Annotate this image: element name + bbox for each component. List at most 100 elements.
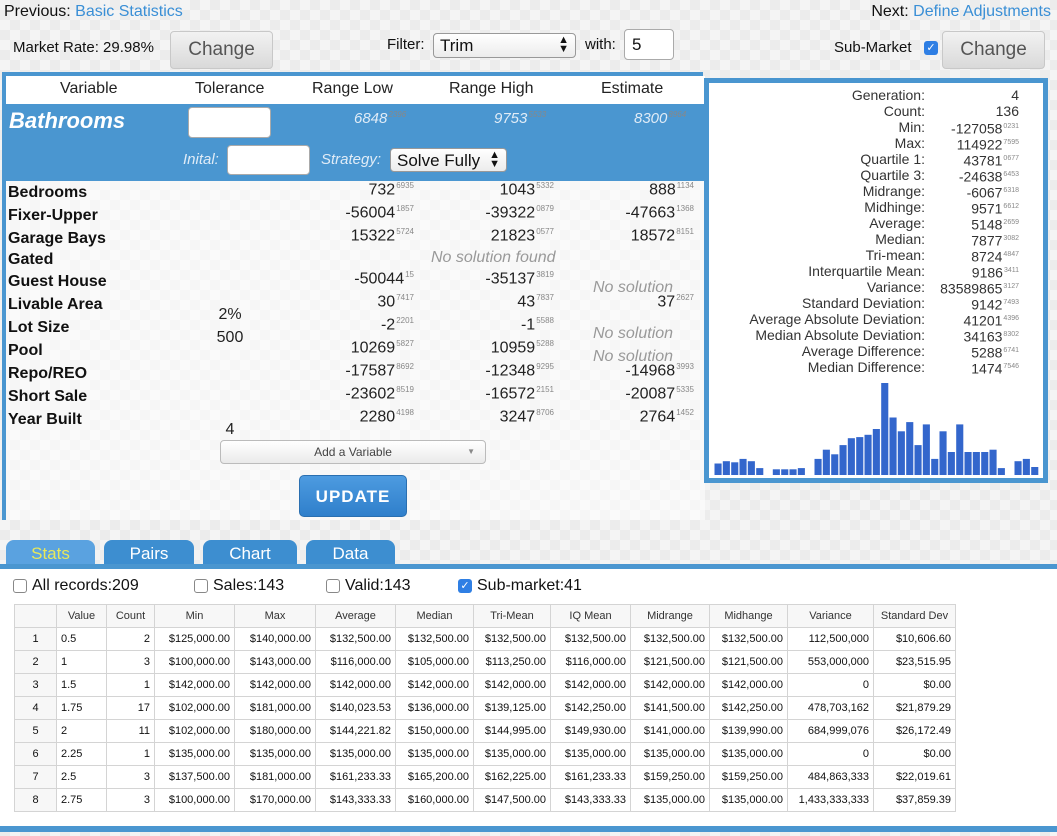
change-submarket-button[interactable]: Change <box>942 31 1045 69</box>
tolerance-input[interactable] <box>188 107 271 138</box>
variable-tolerance[interactable]: 2% <box>190 306 270 324</box>
submarket-filter-checkbox[interactable]: ✓ <box>458 579 472 593</box>
table-row[interactable]: 1 0.5 2 $125,000.00 $140,000.00 $132,500.00 $1… <box>14 627 956 651</box>
filter-sales[interactable]: Sales:143 <box>194 577 284 595</box>
table-cell: 1 <box>106 742 155 766</box>
table-header-cell[interactable]: Midhange <box>709 604 788 628</box>
variable-name[interactable]: Repo/REO <box>8 365 87 383</box>
filter-valid[interactable]: Valid:143 <box>326 577 411 595</box>
variable-tolerance[interactable]: 500 <box>190 329 270 347</box>
variable-name[interactable]: Livable Area <box>8 296 103 314</box>
filter-submarket[interactable]: ✓ Sub-market:41 <box>458 577 582 595</box>
table-cell: 0.5 <box>56 627 107 651</box>
change-market-rate-button[interactable]: Change <box>170 31 273 69</box>
table-header-cell[interactable]: Max <box>234 604 316 628</box>
filter-select[interactable]: Trim ▲ ▼ <box>433 33 576 58</box>
stat-value: 52886741 <box>971 343 1019 361</box>
table-cell: 2.5 <box>56 765 107 789</box>
sales-checkbox[interactable] <box>194 579 208 593</box>
range-high-value: -35137 <box>485 270 536 288</box>
col-range-low: Range Low <box>312 80 393 97</box>
variable-estimate: -149683993 <box>625 362 694 380</box>
estimate-sup: 1452 <box>676 408 694 417</box>
stat-sup: 0677 <box>1003 155 1019 162</box>
histogram-bar <box>931 458 939 475</box>
valid-checkbox[interactable] <box>326 579 340 593</box>
variable-name[interactable]: Short Sale <box>8 388 87 406</box>
initial-label: Inital: <box>183 151 219 168</box>
next-link[interactable]: Define Adjustments <box>913 3 1051 20</box>
variable-range-high: -393220879 <box>485 204 554 222</box>
range-high-sup: 9295 <box>536 362 554 371</box>
table-cell: 1 <box>14 627 57 651</box>
tab-data[interactable]: Data <box>306 540 395 566</box>
tab-stats[interactable]: Stats <box>6 540 95 566</box>
table-row[interactable]: 2 1 3 $100,000.00 $143,000.00 $116,000.00 $105… <box>14 650 956 674</box>
table-cell: 684,999,076 <box>787 719 874 743</box>
table-header-cell[interactable]: Average <box>315 604 396 628</box>
table-row[interactable]: 3 1.5 1 $142,000.00 $142,000.00 $142,000.00 $1… <box>14 673 956 697</box>
variable-name[interactable]: Year Built <box>8 411 82 429</box>
table-cell: 2 <box>56 719 107 743</box>
table-header-cell[interactable]: Value <box>56 604 107 628</box>
table-row[interactable]: 5 2 11 $102,000.00 $180,000.00 $144,221.82 $15… <box>14 719 956 743</box>
table-header-cell[interactable]: Min <box>154 604 235 628</box>
table-row[interactable]: 8 2.75 3 $100,000.00 $170,000.00 $143,333.33 $… <box>14 788 956 812</box>
filter-all-records[interactable]: All records:209 <box>13 577 139 595</box>
previous-link[interactable]: Basic Statistics <box>75 3 183 20</box>
variable-name[interactable]: Garage Bays <box>8 230 106 248</box>
tab-pairs[interactable]: Pairs <box>104 540 194 566</box>
table-row[interactable]: 7 2.5 3 $137,500.00 $181,000.00 $161,233.33 $1… <box>14 765 956 789</box>
table-header-cell[interactable]: Count <box>106 604 155 628</box>
range-high-sup: 0879 <box>536 204 554 213</box>
initial-input[interactable] <box>227 145 310 175</box>
table-cell: $132,500.00 <box>709 627 788 651</box>
range-high-sup: 0577 <box>536 227 554 236</box>
stat-value: 78773082 <box>971 231 1019 249</box>
add-variable-select[interactable]: Add a Variable ▼ <box>220 440 486 464</box>
table-row[interactable]: 4 1.75 17 $102,000.00 $181,000.00 $140,023.53… <box>14 696 956 720</box>
variable-name[interactable]: Gated <box>8 251 53 269</box>
variable-name[interactable]: Bedrooms <box>8 184 87 202</box>
range-low-sup: 4198 <box>396 408 414 417</box>
table-cell: $125,000.00 <box>154 627 235 651</box>
variable-name[interactable]: Guest House <box>8 273 107 291</box>
table-header-cell[interactable]: Standard Dev <box>873 604 956 628</box>
table-header-cell[interactable]: IQ Mean <box>550 604 631 628</box>
range-low-sup: 8519 <box>396 385 414 394</box>
variable-name[interactable]: Fixer-Upper <box>8 207 98 225</box>
table-cell: 112,500,000 <box>787 627 874 651</box>
estimate-value: -47663 <box>625 204 676 222</box>
variable-name[interactable]: Pool <box>8 342 43 360</box>
table-cell: 6 <box>14 742 57 766</box>
selected-variable-name: Bathrooms <box>9 108 126 133</box>
table-cell: $132,500.00 <box>315 627 396 651</box>
range-high-value: -16572 <box>485 385 536 403</box>
table-header-cell[interactable]: Midrange <box>630 604 710 628</box>
table-cell: 11 <box>106 719 155 743</box>
table-header-cell[interactable]: Tri-Mean <box>473 604 551 628</box>
table-row[interactable]: 6 2.25 1 $135,000.00 $135,000.00 $135,000.00 $… <box>14 742 956 766</box>
strategy-select[interactable]: Solve Fully ▲ ▼ <box>390 148 507 172</box>
update-button[interactable]: UPDATE <box>299 475 407 517</box>
table-header-cell[interactable]: Median <box>395 604 474 628</box>
variable-name[interactable]: Lot Size <box>8 319 69 337</box>
stat-value: 87244847 <box>971 247 1019 265</box>
submarket-checkbox[interactable]: ✓ <box>924 41 938 55</box>
histogram-bar <box>947 452 955 475</box>
stat-value: 136 <box>996 103 1019 119</box>
with-input[interactable]: 5 <box>624 29 674 60</box>
table-cell: $143,000.00 <box>234 650 316 674</box>
stat-value: 412014396 <box>963 311 1019 329</box>
table-cell: $142,000.00 <box>630 673 710 697</box>
tab-chart[interactable]: Chart <box>203 540 297 566</box>
table-cell: 17 <box>106 696 155 720</box>
table-cell: $180,000.00 <box>234 719 316 743</box>
table-header-cell[interactable]: Variance <box>787 604 874 628</box>
all-records-checkbox[interactable] <box>13 579 27 593</box>
col-estimate: Estimate <box>601 80 664 97</box>
table-cell: $161,233.33 <box>550 765 631 789</box>
table-cell: $143,333.33 <box>315 788 396 812</box>
variable-tolerance[interactable]: 4 <box>190 421 270 439</box>
table-header-cell[interactable] <box>14 604 57 628</box>
